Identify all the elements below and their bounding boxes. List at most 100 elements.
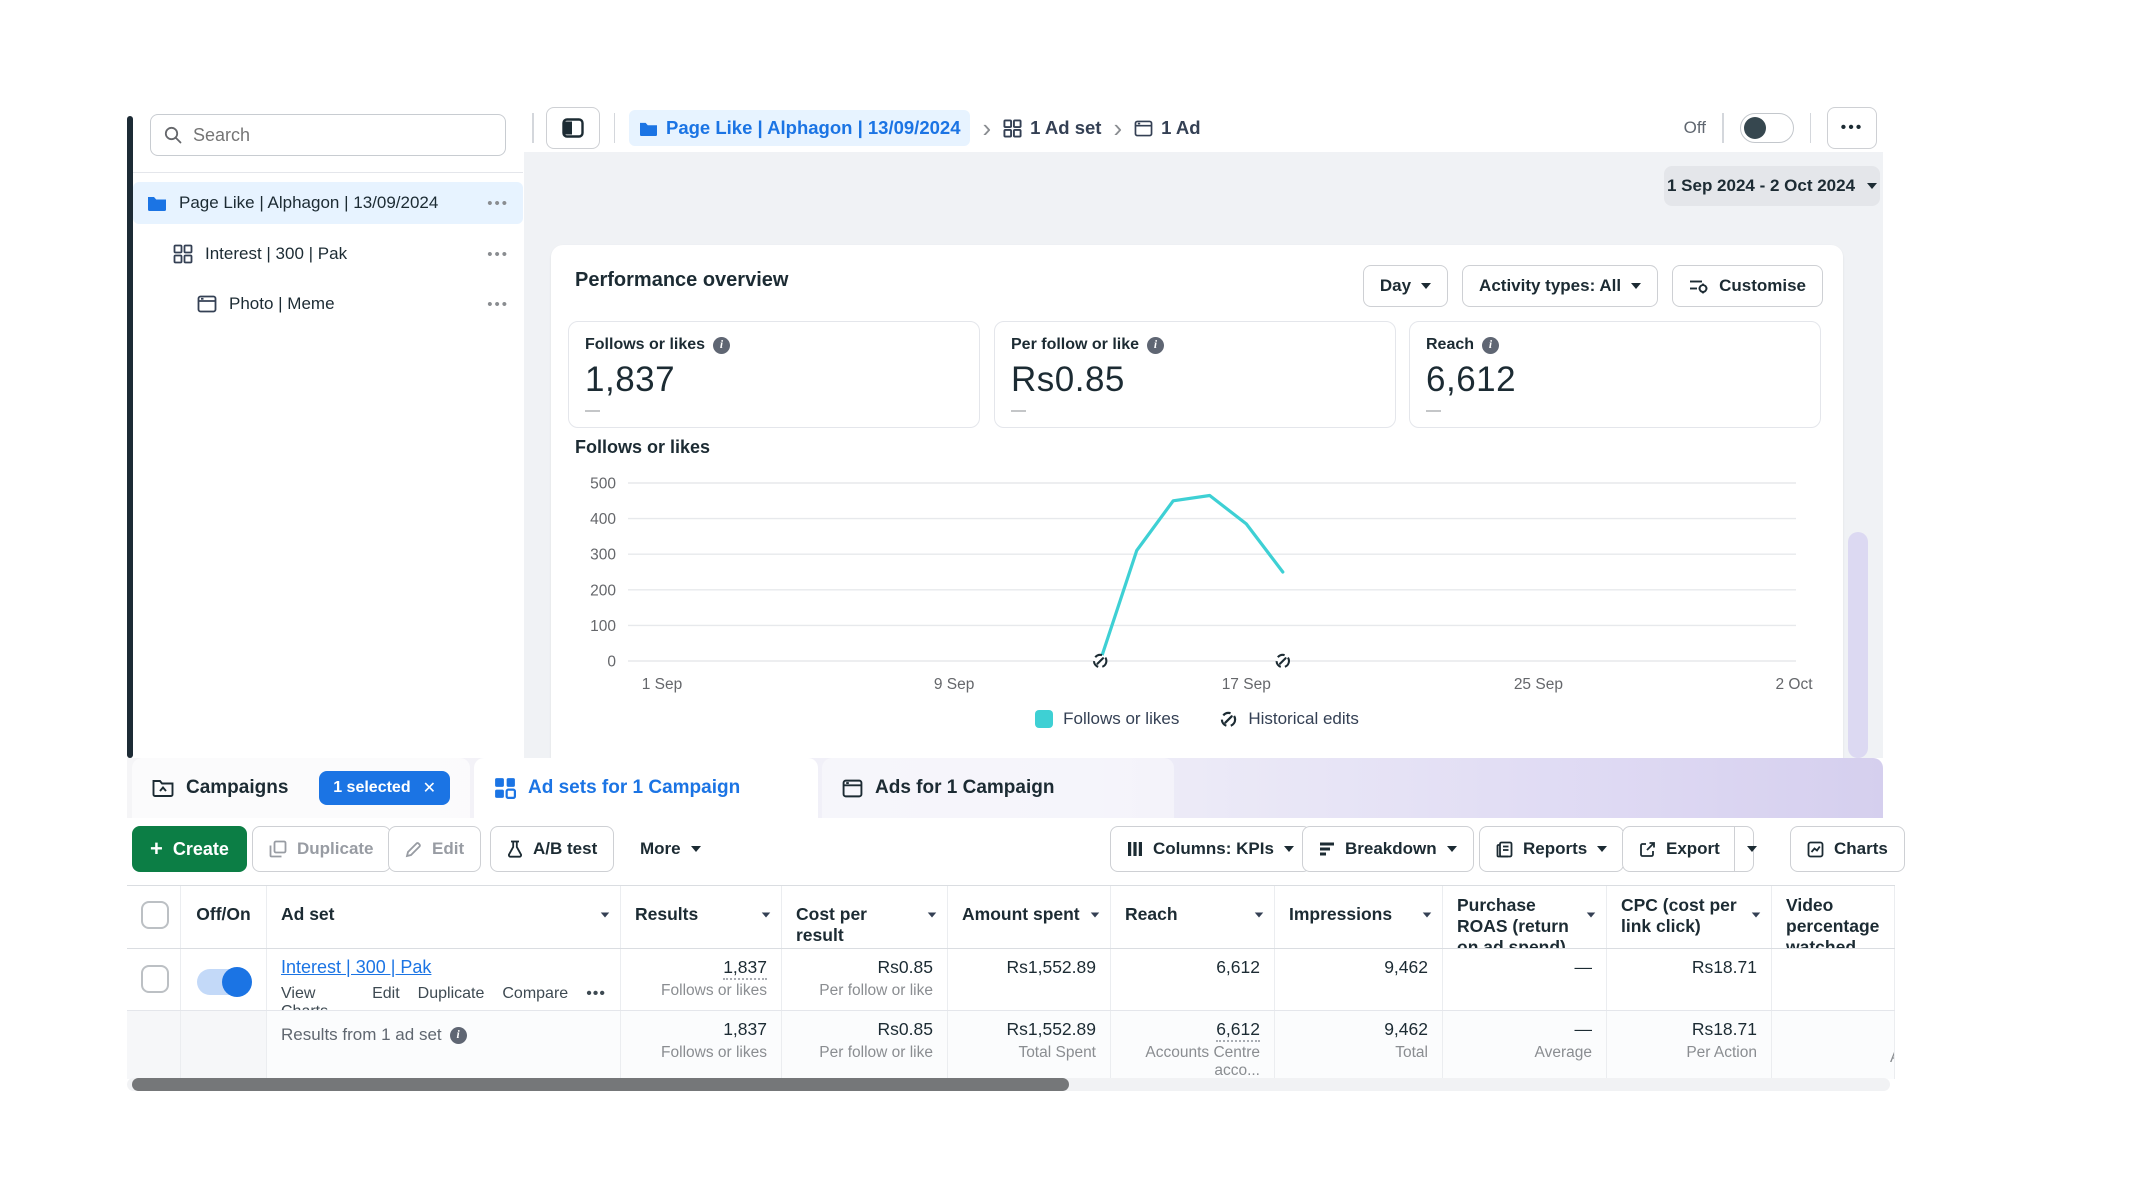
adset-name-link[interactable]: Interest | 300 | Pak	[281, 957, 431, 977]
metric-value: Rs0.85	[1011, 360, 1379, 400]
row-checkbox[interactable]	[141, 965, 169, 993]
header-divider	[614, 113, 616, 143]
summary-roas-cell: —Average	[1443, 1011, 1607, 1079]
more-button[interactable]: More	[624, 826, 717, 872]
header-spent[interactable]: Amount spent	[948, 886, 1111, 948]
chevron-down-icon	[1747, 846, 1757, 852]
chevron-down-icon	[1631, 283, 1641, 289]
close-icon[interactable]: ✕	[423, 778, 436, 798]
horizontal-scrollbar-thumb[interactable]	[132, 1078, 1069, 1091]
sort-icon[interactable]	[1587, 912, 1596, 917]
item-menu-button[interactable]: •••	[487, 195, 509, 212]
header-cost[interactable]: Cost per result	[782, 886, 948, 948]
header-impressions[interactable]: Impressions	[1275, 886, 1443, 948]
reports-button[interactable]: Reports	[1479, 826, 1624, 872]
header-roas[interactable]: Purchase ROAS (return on ad spend)	[1443, 886, 1607, 948]
sidebar-item-adset[interactable]: Interest | 300 | Pak •••	[133, 233, 523, 275]
breadcrumb-campaign[interactable]: Page Like | Alphagon | 13/09/2024	[629, 110, 970, 146]
select-all-checkbox[interactable]	[141, 901, 169, 929]
sidebar-search[interactable]	[150, 114, 506, 156]
info-icon[interactable]: i	[713, 337, 730, 354]
header-adset[interactable]: Ad set	[267, 886, 621, 948]
sort-icon[interactable]	[1423, 912, 1432, 917]
columns-icon	[1127, 841, 1143, 857]
reach-value[interactable]: 6,612	[1216, 1019, 1260, 1042]
metric-card-reach: Reachi 6,612 —	[1409, 321, 1821, 428]
customise-button[interactable]: Customise	[1672, 265, 1823, 307]
table-toolbar: + Create Duplicate Edit A/B test More Co…	[127, 818, 1890, 884]
sidebar-toggle-icon	[562, 118, 584, 138]
export-dropdown-button[interactable]	[1734, 827, 1769, 871]
summary-label-cell: Results from 1 ad seti	[267, 1011, 621, 1079]
header-label: Amount spent	[962, 904, 1080, 924]
row-more-action[interactable]: •••	[586, 985, 606, 1010]
legend-historical-edits[interactable]: Historical edits	[1219, 709, 1359, 729]
duplicate-action[interactable]: Duplicate	[418, 985, 485, 1010]
sidebar-item-ad[interactable]: Photo | Meme •••	[133, 283, 523, 325]
more-options-button[interactable]: •••	[1827, 107, 1877, 149]
selected-filter-badge[interactable]: 1 selected ✕	[319, 771, 450, 805]
breadcrumb-ad[interactable]: 1 Ad	[1134, 117, 1200, 139]
row-adset-cell: Interest | 300 | Pak View Charts Edit Du…	[267, 949, 621, 1010]
campaign-toggle[interactable]	[1740, 113, 1794, 143]
table-row[interactable]: Interest | 300 | Pak View Charts Edit Du…	[127, 949, 1895, 1011]
sort-icon[interactable]	[1752, 912, 1761, 917]
sort-icon[interactable]	[762, 912, 771, 917]
adset-grid-icon	[494, 777, 516, 799]
header-reach[interactable]: Reach	[1111, 886, 1275, 948]
sort-icon[interactable]	[928, 912, 937, 917]
edit-button[interactable]: Edit	[388, 826, 481, 872]
header-results[interactable]: Results	[621, 886, 782, 948]
sidebar-item-label: Photo | Meme	[229, 294, 335, 314]
charts-button[interactable]: Charts	[1790, 826, 1905, 872]
header-divider	[532, 113, 534, 143]
vertical-scrollbar-thumb[interactable]	[1848, 532, 1868, 758]
legend-follows[interactable]: Follows or likes	[1035, 709, 1179, 729]
sort-icon[interactable]	[1255, 912, 1264, 917]
info-icon[interactable]: i	[1147, 337, 1164, 354]
search-input[interactable]	[193, 125, 473, 146]
reports-label: Reports	[1523, 839, 1587, 859]
follows-chart-svg: 01002003004005001 Sep9 Sep17 Sep25 Sep2 …	[568, 467, 1826, 699]
create-button[interactable]: + Create	[132, 826, 247, 872]
day-granularity-button[interactable]: Day	[1363, 265, 1448, 307]
columns-button[interactable]: Columns: KPIs	[1110, 826, 1311, 872]
breadcrumb-adset[interactable]: 1 Ad set	[1003, 117, 1101, 139]
tab-ads[interactable]: Ads for 1 Campaign	[822, 758, 1174, 818]
impressions-sublabel: Total	[1289, 1044, 1428, 1062]
tab-label: Ad sets for 1 Campaign	[528, 777, 740, 799]
collapse-sidebar-button[interactable]	[546, 107, 600, 149]
status-off-label: Off	[1684, 118, 1706, 138]
info-icon[interactable]: i	[1482, 337, 1499, 354]
tab-campaigns[interactable]: Campaigns 1 selected ✕	[132, 758, 470, 818]
edit-action[interactable]: Edit	[372, 985, 400, 1010]
results-value[interactable]: 1,837	[723, 957, 767, 980]
header-cpc[interactable]: CPC (cost per link click)	[1607, 886, 1772, 948]
summary-impressions-cell: 9,462Total	[1275, 1011, 1443, 1079]
columns-label: Columns: KPIs	[1153, 839, 1274, 859]
ad-frame-icon	[842, 779, 863, 798]
date-range-selector[interactable]: 1 Sep 2024 - 2 Oct 2024	[1664, 166, 1880, 206]
info-icon[interactable]: i	[450, 1027, 467, 1044]
ab-test-button[interactable]: A/B test	[490, 826, 614, 872]
header-video[interactable]: Video percentage watched	[1772, 886, 1895, 948]
summary-cpc-cell: Rs18.71Per Action	[1607, 1011, 1772, 1079]
cost-sublabel: Per follow or like	[796, 1044, 933, 1062]
breakdown-button[interactable]: Breakdown	[1302, 826, 1474, 872]
activity-types-button[interactable]: Activity types: All	[1462, 265, 1658, 307]
item-menu-button[interactable]: •••	[487, 246, 509, 263]
metric-card-per-follow: Per follow or likei Rs0.85 —	[994, 321, 1396, 428]
export-button[interactable]: Export	[1622, 826, 1754, 872]
sidebar-item-campaign[interactable]: Page Like | Alphagon | 13/09/2024 •••	[133, 182, 523, 224]
header-label: Ad set	[281, 904, 334, 924]
view-charts-action[interactable]: View Charts	[281, 985, 354, 1010]
sort-icon[interactable]	[1091, 912, 1100, 917]
charts-icon	[1807, 841, 1824, 858]
item-menu-button[interactable]: •••	[487, 296, 509, 313]
adset-toggle[interactable]	[197, 969, 251, 995]
header-label: CPC (cost per link click)	[1621, 895, 1737, 936]
compare-action[interactable]: Compare	[502, 985, 568, 1010]
tab-adsets[interactable]: Ad sets for 1 Campaign	[474, 758, 818, 818]
sort-icon[interactable]	[601, 912, 610, 917]
duplicate-button[interactable]: Duplicate	[252, 826, 391, 872]
